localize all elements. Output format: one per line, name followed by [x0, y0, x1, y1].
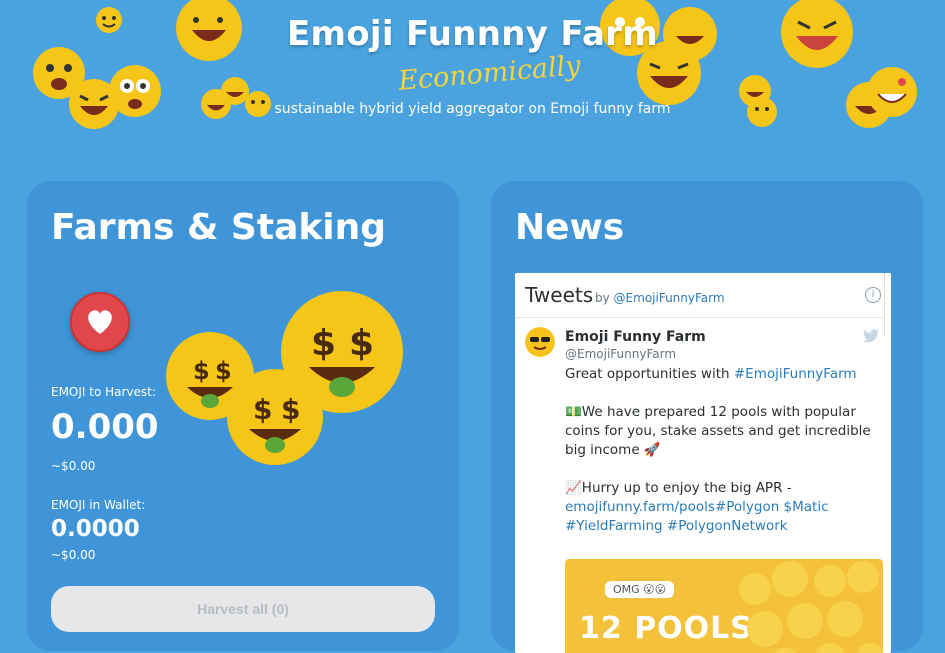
news-card: News Tweets by @EmojiFunnyFarm i Emoji F… — [491, 181, 923, 653]
money-face-emoji-icon: $ $ — [281, 291, 403, 413]
tweet-author-handle[interactable]: @EmojiFunnyFarm — [565, 347, 676, 361]
harvest-value: 0.000 — [51, 407, 159, 447]
wallet-usd: ~$0.00 — [51, 548, 96, 562]
app-title: Emoji Funnny Farm — [287, 14, 658, 54]
tweets-title: Tweets — [525, 283, 594, 307]
tweet-line-1: Great opportunities with #EmojiFunnyFarm — [565, 365, 885, 384]
farms-staking-card: Farms & Staking $ $ $ $ $ $ EMOJI to Har… — [27, 181, 459, 651]
heart-icon — [88, 310, 112, 334]
harvest-label: EMOJI to Harvest: — [51, 385, 156, 399]
tweets-by-handle-link[interactable]: @EmojiFunnyFarm — [614, 291, 725, 305]
twitter-bird-icon[interactable] — [863, 329, 879, 343]
harvest-usd: ~$0.00 — [51, 459, 96, 473]
tweet-author-name[interactable]: Emoji Funny Farm — [565, 329, 706, 345]
tweet-media-image[interactable]: OMG 😮😮 12 POOLS — [565, 559, 883, 653]
tweet-line-2: 💵We have prepared 12 pools with popular … — [565, 404, 871, 458]
tweets-header: Tweets by @EmojiFunnyFarm i — [515, 273, 891, 318]
avatar[interactable] — [525, 327, 555, 357]
heart-badge[interactable] — [70, 292, 130, 352]
wallet-value: 0.0000 — [51, 516, 140, 542]
tweet-links[interactable]: emojifunny.farm/pools#Polygon $Matic #Yi… — [565, 498, 885, 536]
harvest-all-button[interactable]: Harvest all (0) — [51, 586, 435, 632]
tweets-by-word: by — [595, 291, 610, 305]
info-icon[interactable]: i — [865, 287, 881, 303]
hashtag-link[interactable]: #EmojiFunnyFarm — [734, 366, 857, 382]
hero-banner: Emoji Funnny Farm Economically sustainab… — [0, 0, 945, 150]
image-headline: 12 POOLS — [579, 611, 753, 646]
svg-text:$: $ — [253, 393, 272, 426]
tagline-script: Economically — [396, 50, 582, 97]
svg-text:$: $ — [311, 323, 336, 364]
tweet-line-1-text: Great opportunities with — [565, 366, 734, 382]
wallet-label: EMOJI in Wallet: — [51, 498, 146, 512]
svg-text:$: $ — [193, 357, 210, 385]
image-badge: OMG 😮😮 — [605, 581, 675, 598]
svg-text:$: $ — [349, 323, 374, 364]
tagline-subtitle: sustainable hybrid yield aggregator on E… — [274, 101, 671, 117]
tweet-text: Great opportunities with #EmojiFunnyFarm… — [565, 365, 885, 536]
twitter-timeline-widget[interactable]: Tweets by @EmojiFunnyFarm i Emoji Funny … — [515, 273, 891, 653]
card-title-farms: Farms & Staking — [51, 207, 387, 248]
tweets-by: by @EmojiFunnyFarm — [595, 291, 725, 305]
card-title-news: News — [515, 207, 625, 248]
emoji-pile-icon — [739, 561, 883, 653]
scrollbar[interactable] — [884, 273, 891, 335]
tweet-line-3: 📈Hurry up to enjoy the big APR - — [565, 480, 792, 496]
